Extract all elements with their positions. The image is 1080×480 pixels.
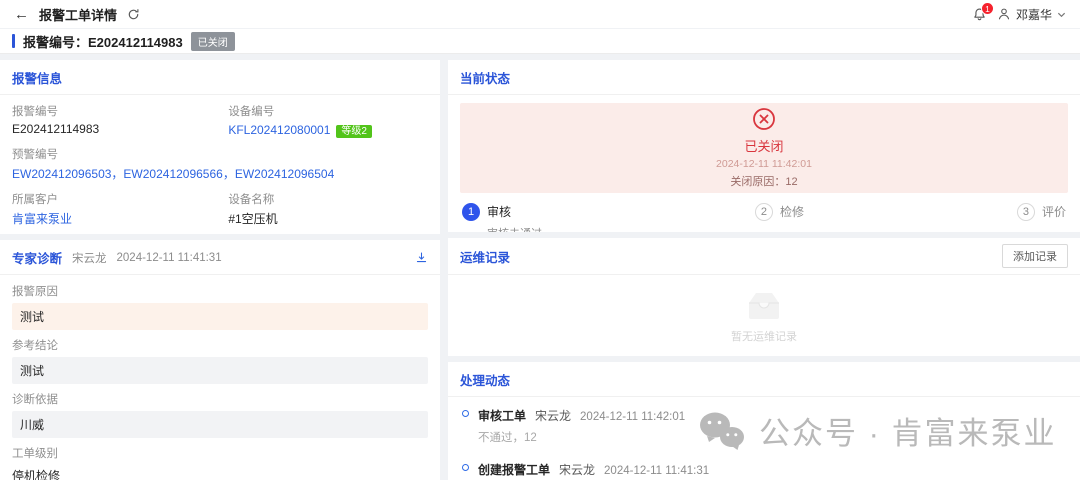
diagnosis-field-basis: 诊断依据 川威 [12, 391, 428, 438]
user-name: 邓嘉华 [1015, 7, 1052, 22]
current-status-header: 当前状态 [448, 60, 1080, 95]
diagnosis-field-level: 工单级别 停机检修 [12, 448, 61, 480]
step-repair: 2 检修 [754, 203, 804, 232]
top-bar: ← 报警工单详情 1 邓嘉华 [0, 0, 1080, 28]
customer-link[interactable]: 肯富来泵业 [12, 212, 72, 226]
activity-item-review: 审核工单 宋云龙 2024-12-11 11:42:01 不通过，12 [462, 407, 1066, 445]
alarm-info-panel: 报警信息 报警编号 E202412114983 设备编号 KFL20241208… [0, 60, 440, 234]
empty-text: 暂无运维记录 [731, 330, 797, 343]
workflow-steps: 1 审核 审核未通过 2 检修 3 评价 [460, 203, 1068, 232]
activity-note: 不通过，12 [478, 432, 537, 444]
timeline-dot [462, 464, 469, 471]
status-badge: 已关闭 [190, 31, 235, 51]
user-icon [998, 8, 1010, 20]
diagnosis-field-conclusion: 参考结论 测试 [12, 337, 428, 384]
step-review: 1 审核 审核未通过 [462, 203, 542, 232]
alarm-info-title: 报警信息 [12, 72, 63, 86]
maintenance-records-header: 运维记录 添加记录 [448, 238, 1080, 275]
refresh-icon[interactable] [127, 8, 140, 21]
empty-inbox-icon [749, 292, 779, 319]
alarm-info-header: 报警信息 [0, 60, 440, 95]
maintenance-records-title: 运维记录 [460, 250, 511, 265]
expert-diagnosis-title: 专家诊断 [12, 252, 63, 266]
sub-header: 报警编号：E202412114983 已关闭 [0, 29, 1080, 54]
device-name-field: 设备名称 #1空压机 [228, 194, 278, 226]
add-record-button[interactable]: 添加记录 [1002, 244, 1068, 268]
current-status-title: 当前状态 [460, 72, 511, 86]
activity-panel: 处理动态 审核工单 宋云龙 2024-12-11 11:42:01 不通过，12 [448, 362, 1080, 480]
timeline-dot [462, 410, 469, 417]
warning-no-links[interactable]: EW202412096503，EW202412096566，EW20241209… [12, 167, 334, 181]
notification-bell-icon[interactable]: 1 [972, 1, 994, 22]
device-no-link[interactable]: KFL202412080001 [228, 123, 330, 137]
status-text: 已关闭 [744, 139, 784, 154]
step-review-result: 审核未通过 [487, 225, 542, 232]
empty-state: 暂无运维记录 [448, 275, 1080, 356]
current-status-panel: 当前状态 已关闭 2024-12-11 11:42:01 关闭原因：12 1 审… [448, 60, 1080, 232]
activity-item-create: 创建报警工单 宋云龙 2024-12-11 11:41:31 [462, 461, 1066, 478]
status-closed-box: 已关闭 2024-12-11 11:42:01 关闭原因：12 [460, 103, 1068, 193]
main-content: 报警信息 报警编号 E202412114983 设备编号 KFL20241208… [0, 54, 1080, 480]
expert-author: 宋云龙 [72, 252, 107, 265]
activity-header: 处理动态 [448, 362, 1080, 397]
expert-diagnosis-header: 专家诊断 宋云龙 2024-12-11 11:41:31 [0, 240, 440, 275]
activity-title: 处理动态 [460, 374, 511, 388]
alarm-number-heading: 报警编号：E202412114983 [23, 34, 183, 50]
notification-badge: 1 [980, 1, 994, 15]
maintenance-records-panel: 运维记录 添加记录 暂无运维记录 [448, 238, 1080, 356]
back-icon[interactable]: ← [14, 7, 29, 22]
step-evaluate: 3 评价 [1016, 203, 1066, 232]
expert-time: 2024-12-11 11:41:31 [116, 251, 222, 264]
close-circle-icon [753, 108, 775, 130]
download-icon[interactable] [415, 251, 428, 264]
customer-field: 所属客户 肯富来泵业 [12, 194, 73, 226]
chevron-down-icon [1057, 12, 1066, 17]
diagnosis-field-reason: 报警原因 测试 [12, 283, 428, 330]
status-reason: 关闭原因：12 [730, 176, 798, 188]
page-title: 报警工单详情 [39, 7, 118, 23]
alarm-no-field: 报警编号 E202412114983 [12, 106, 100, 136]
device-level-badge: 等级2 [336, 125, 372, 138]
warning-no-field: 预警编号 EW202412096503，EW202412096566，EW202… [12, 149, 335, 181]
expert-diagnosis-panel: 专家诊断 宋云龙 2024-12-11 11:41:31 报警原因 测试 参考结… [0, 240, 440, 480]
device-no-field: 设备编号 KFL202412080001 等级2 [228, 103, 428, 138]
user-menu[interactable]: 邓嘉华 [997, 6, 1066, 23]
status-time: 2024-12-11 11:42:01 [716, 158, 812, 170]
accent-bar [12, 34, 15, 48]
